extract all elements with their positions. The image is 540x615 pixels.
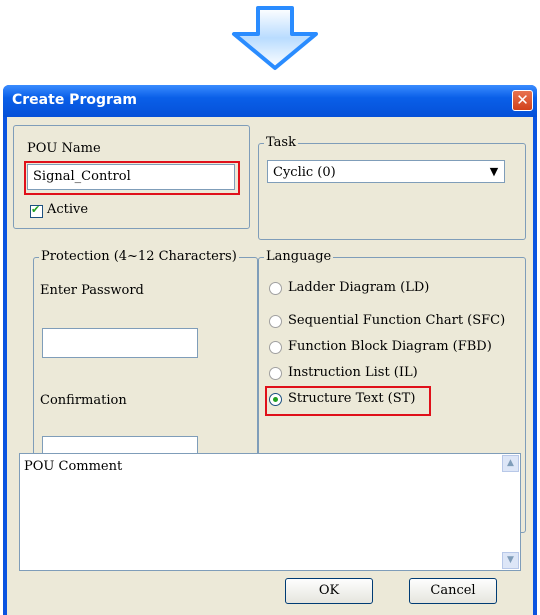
scroll-up-icon[interactable]: ▲	[502, 455, 519, 472]
radio-label: Instruction List (IL)	[288, 365, 418, 380]
radio-label: Function Block Diagram (FBD)	[288, 339, 492, 354]
down-arrow-icon	[232, 6, 318, 70]
pou-name-highlight	[24, 161, 240, 195]
enter-password-input[interactable]	[42, 328, 198, 358]
radio-button[interactable]	[269, 315, 282, 328]
close-icon[interactable]: ✕	[512, 90, 533, 111]
task-group: Task Cyclic (0) ▼	[258, 135, 526, 240]
active-label: Active	[47, 202, 89, 217]
radio-button[interactable]	[269, 341, 282, 354]
pou-name-group: POU Name Signal_Control Active	[13, 125, 250, 229]
task-select[interactable]: Cyclic (0) ▼	[267, 160, 505, 183]
ok-button[interactable]: OK	[285, 578, 373, 604]
active-checkbox[interactable]	[30, 203, 43, 218]
create-program-dialog: Create Program ✕ POU Name Signal_Control…	[3, 85, 537, 615]
pou-comment-placeholder: POU Comment	[24, 459, 123, 474]
task-legend: Task	[264, 135, 298, 150]
pou-name-label: POU Name	[27, 141, 101, 156]
enter-password-label: Enter Password	[40, 283, 144, 298]
radio-button[interactable]	[269, 367, 282, 380]
pou-comment-textarea[interactable]: POU Comment ▲ ▼	[19, 453, 521, 571]
radio-label: Ladder Diagram (LD)	[288, 280, 430, 295]
cancel-button[interactable]: Cancel	[409, 578, 497, 604]
scroll-down-icon[interactable]: ▼	[502, 552, 519, 569]
protection-legend: Protection (4~12 Characters)	[39, 249, 239, 264]
radio-label: Sequential Function Chart (SFC)	[288, 313, 506, 328]
language-legend: Language	[264, 249, 334, 264]
dialog-title: Create Program	[12, 92, 137, 108]
chevron-down-icon[interactable]: ▼	[486, 163, 502, 180]
confirmation-label: Confirmation	[40, 393, 127, 408]
task-select-value: Cyclic (0)	[273, 165, 336, 180]
title-bar: Create Program ✕	[3, 85, 537, 117]
radio-button[interactable]	[269, 282, 282, 295]
dialog-body: POU Name Signal_Control Active Task Cycl…	[7, 117, 533, 615]
structure-text-highlight	[265, 386, 431, 416]
